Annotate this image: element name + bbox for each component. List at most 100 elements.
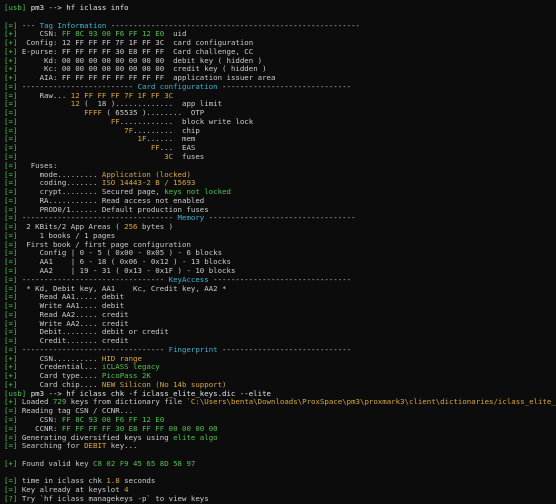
terminal-text-segment: fuses [173,153,205,162]
terminal-text-segment: [=] [4,109,22,118]
terminal-text-segment: E-purse: FF FF FF FF 30 E8 FF FF Card ch… [21,47,254,56]
terminal-line: [=] Raw... 12 FF FF FF 7F 1F FF 3C [4,92,556,101]
terminal-text-segment: -------------------------------- [21,345,169,354]
terminal-line: [=] coding....... ISO 14443-2 B / 15693 [4,179,556,188]
terminal-text-segment: ------------------------------- [208,275,352,284]
terminal-text-segment: [=] [4,161,22,170]
terminal-line: [+] AIA: FF FF FF FF FF FF FF FF applica… [4,74,556,83]
terminal-text-segment: Reading tag CSN / CCNR... [21,407,134,416]
terminal-text-segment: [+] [4,459,22,468]
terminal-text-segment: [=] [4,144,22,153]
terminal-line: [=] crypt........ Secured page, keys not… [4,188,556,197]
terminal-text-segment: [+] [4,380,22,389]
terminal-line: [usb] pm3 --> hf iclass info [4,4,556,13]
terminal-text-segment: [+] [4,398,22,407]
terminal-text-segment: PicoPass 2K [101,372,151,381]
terminal-text-segment: Card configuration [137,82,218,91]
terminal-text-segment: KeyAccess [168,275,209,284]
terminal-text-segment: [=] [4,82,22,91]
terminal-text-segment: keys from dictionary file [66,398,187,407]
terminal-line: [=] Read AA2..... credit [4,311,556,320]
terminal-line: [=] Write AA1.... debit [4,302,556,311]
terminal-text-segment: [=] [4,328,22,337]
terminal-line: [+] Loaded 729 keys from dictionary file… [4,398,556,407]
terminal-text-segment: pm3 --> hf iclass chk -f iclass_elite_ke… [30,389,271,398]
terminal-line: [=] PROD0/1...... Default production fus… [4,206,556,215]
terminal-text-segment: [=] [4,188,22,197]
terminal-text-segment: CSN: [21,30,62,39]
terminal-text-segment: Application (locked) [101,170,191,179]
terminal-text-segment: 4 [124,486,129,495]
terminal-text-segment: [=] [4,424,22,433]
terminal-text-segment: AIA: FF FF FF FF FF FF FF FF application… [21,74,276,83]
terminal-text-segment: Found valid key [21,459,94,468]
terminal-text-segment: ( 18 )............. app limit [79,100,223,109]
terminal-line: [+] Found valid key C8 02 F9 45 65 8D 58… [4,460,556,469]
terminal-text-segment: [=] [4,249,22,258]
terminal-text-segment: Config | 0 - 5 ( 0x00 - 0x05 ) - 6 block… [21,249,223,258]
terminal-text-segment: PROD0/1...... Default production fuses [21,205,209,214]
terminal-text-segment: --------------------------------- [204,214,356,223]
terminal-line: [+] E-purse: FF FF FF FF 30 E8 FF FF Car… [4,48,556,57]
terminal-line: [=] FF... EAS [4,144,556,153]
terminal-text-segment: [=] [4,179,22,188]
terminal-text-segment: Credential... [21,363,102,372]
terminal-text-segment: CSN: [21,415,62,424]
terminal-line: [=] Config | 0 - 5 ( 0x00 - 0x05 ) - 6 b… [4,249,556,258]
terminal-text-segment: [+] [4,354,22,363]
terminal-text-segment: [=] [4,153,22,162]
terminal-line: [=] -------------------------------- Key… [4,276,556,285]
terminal-line: [+] Config: 12 FF FF FF 7F 1F FF 3C card… [4,39,556,48]
terminal-text-segment: [=] [4,302,22,311]
terminal-text-segment: Key already at keyslot [21,486,125,495]
terminal-text-segment: ISO 14443-2 B / 15693 [101,179,196,188]
terminal-text-segment: crypt........ Secured page, [21,188,165,197]
terminal-text-segment: First book / first page configuration [21,240,191,249]
terminal-text-segment: FF 8C 93 00 F6 FF 12 E0 [61,415,165,424]
terminal-text-segment: [=] [4,240,22,249]
terminal-text-segment: [=] [4,21,22,30]
terminal-text-segment: Card type.... [21,372,102,381]
terminal-text-segment: [+] [4,74,22,83]
terminal-text-segment: CCNR: [21,424,62,433]
terminal-line: [=] 12 ( 18 )............. app limit [4,100,556,109]
terminal-output[interactable]: [usb] pm3 --> hf iclass info [=] --- Tag… [0,0,556,504]
terminal-line: [=] Key already at keyslot 4 [4,486,556,495]
terminal-text-segment: [=] [4,196,22,205]
terminal-text-segment: Fuses: [21,161,58,170]
terminal-line: [=] -------------------------------- Fin… [4,346,556,355]
terminal-text-segment: Raw... [21,91,71,100]
terminal-line: [=] FF............ block write lock [4,118,556,127]
terminal-line: [=] 7F......... chip [4,127,556,136]
terminal-text-segment: FF FF FF FF 30 E8 FF FF 00 00 00 00 [61,424,218,433]
terminal-text-segment: Kd: 00 00 00 00 00 00 00 00 debit key ( … [21,56,263,65]
terminal-text-segment: [+] [4,363,22,372]
terminal-text-segment: ... EAS [159,144,196,153]
terminal-text-segment: AA1 | 6 - 18 ( 0x06 - 0x12 ) - 13 blocks [21,258,231,267]
terminal-text-segment: Config: 12 FF FF FF 7F 1F FF 3C card con… [21,39,254,48]
terminal-text-segment: 1 books / 1 pages [21,231,116,240]
terminal-text-segment: [usb] [4,4,31,12]
terminal-line: [?] Try `hf iclass managekeys -p` to vie… [4,495,556,504]
terminal-line: [=] Fuses: [4,162,556,171]
terminal-text-segment: [=] [4,91,22,100]
terminal-text-segment: Read AA2..... credit [21,310,129,319]
terminal-text-segment: [=] [4,319,22,328]
terminal-line: [=] FFFF ( 65535 )........ OTP [4,109,556,118]
terminal-text-segment: uid [164,30,187,39]
terminal-text-segment: ( 65535 )........ OTP [101,109,205,118]
terminal-text-segment: [+] [4,372,22,381]
terminal-line: [+] Kd: 00 00 00 00 00 00 00 00 debit ke… [4,57,556,66]
terminal-line: [=] Debit........ debit or credit [4,328,556,337]
terminal-text-segment: keys not locked [164,188,231,197]
terminal-text-segment: ----------------------------- [217,82,352,91]
terminal-text-segment: [=] [4,135,22,144]
terminal-text-segment: [+] [4,47,22,56]
terminal-text-segment: time in iclass chk [21,477,107,486]
terminal-text-segment: C8 02 F9 45 65 8D 58 97 [93,459,196,468]
terminal-line: [=] 2 KBits/2 App Areas ( 256 bytes ) [4,223,556,232]
